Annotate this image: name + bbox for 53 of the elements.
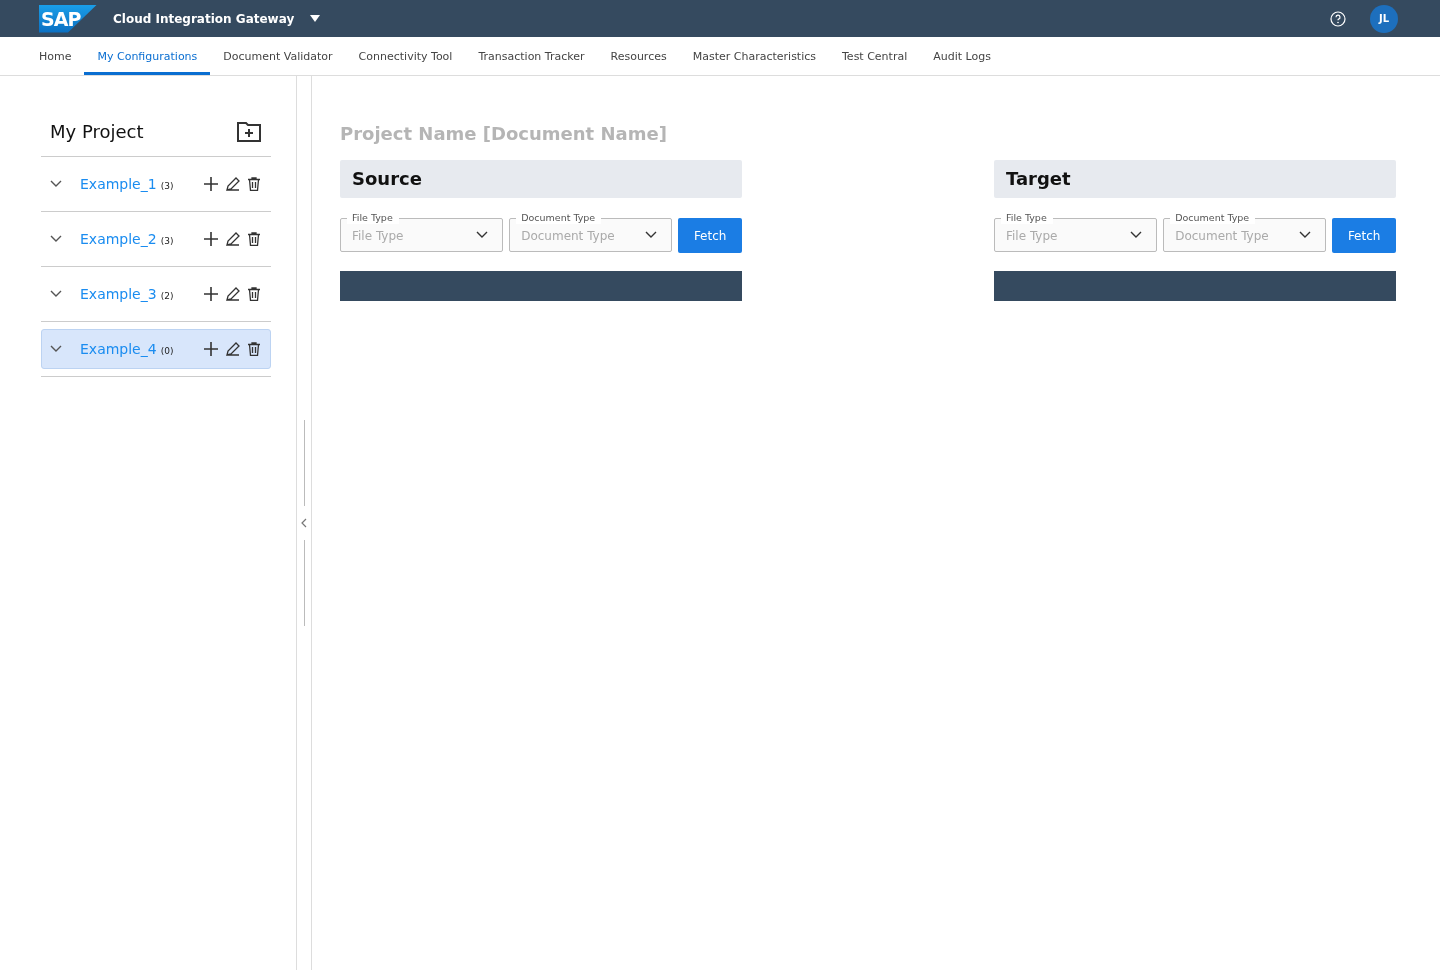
delete-icon[interactable]	[248, 177, 260, 191]
chevron-down-icon[interactable]	[50, 290, 62, 298]
project-name[interactable]: Example_3	[80, 286, 157, 302]
project-item[interactable]: Example_4 (0)	[41, 329, 271, 369]
chevron-down-icon[interactable]	[1299, 231, 1312, 239]
collapse-icon[interactable]	[301, 518, 307, 528]
help-icon[interactable]	[1330, 10, 1346, 27]
delete-icon[interactable]	[248, 232, 260, 246]
nav-tab[interactable]: Master Characteristics	[679, 37, 829, 75]
edit-icon[interactable]	[226, 177, 240, 191]
nav-tab[interactable]: Audit Logs	[920, 37, 1004, 75]
project-name[interactable]: Example_1	[80, 176, 157, 192]
nav-tab[interactable]: Resources	[597, 37, 680, 75]
chevron-down-icon[interactable]	[50, 345, 62, 353]
panel-header: Target	[994, 160, 1396, 198]
nav-tab[interactable]: Home	[26, 37, 85, 75]
item-count: (3)	[160, 180, 174, 191]
delete-icon[interactable]	[248, 287, 260, 301]
project-item[interactable]: Example_1 (3)	[41, 164, 271, 204]
add-icon[interactable]	[204, 177, 218, 191]
nav-tab[interactable]: Connectivity Tool	[345, 37, 466, 75]
fetch-button[interactable]: Fetch	[1332, 218, 1396, 253]
edit-icon[interactable]	[226, 232, 240, 246]
project-name[interactable]: Example_2	[80, 231, 157, 247]
chevron-down-icon[interactable]	[50, 235, 62, 243]
chevron-down-icon[interactable]	[645, 231, 658, 239]
add-icon[interactable]	[204, 287, 218, 301]
delete-icon[interactable]	[248, 342, 260, 356]
nav-tab[interactable]: Test Central	[829, 37, 921, 75]
caret-icon[interactable]	[310, 15, 321, 22]
app-title: Cloud Integration Gateway	[113, 11, 295, 26]
chevron-down-icon[interactable]	[50, 180, 62, 188]
project-item[interactable]: Example_3 (2)	[41, 274, 271, 314]
edit-icon[interactable]	[226, 342, 240, 356]
nav-tab[interactable]: My Configurations	[84, 37, 211, 75]
project-item[interactable]: Example_2 (3)	[41, 219, 271, 259]
nav-tab[interactable]: Document Validator	[210, 37, 346, 75]
nav-tab[interactable]: Transaction Tracker	[465, 37, 598, 75]
sidebar-title: My Project	[50, 121, 144, 142]
item-count: (3)	[160, 235, 174, 246]
sap-logo[interactable]: SAP	[39, 4, 97, 33]
edit-icon[interactable]	[226, 287, 240, 301]
user-avatar[interactable]: JL	[1370, 4, 1398, 33]
chevron-down-icon[interactable]	[476, 231, 489, 239]
panel-header: Source	[340, 160, 742, 198]
item-count: (2)	[160, 290, 174, 301]
fetch-button[interactable]: Fetch	[678, 218, 742, 253]
add-icon[interactable]	[204, 342, 218, 356]
add-icon[interactable]	[204, 232, 218, 246]
document-title: Project Name [Document Name]	[340, 123, 668, 144]
add-folder-icon[interactable]	[237, 121, 261, 142]
item-count: (0)	[160, 345, 174, 356]
chevron-down-icon[interactable]	[1130, 231, 1143, 239]
